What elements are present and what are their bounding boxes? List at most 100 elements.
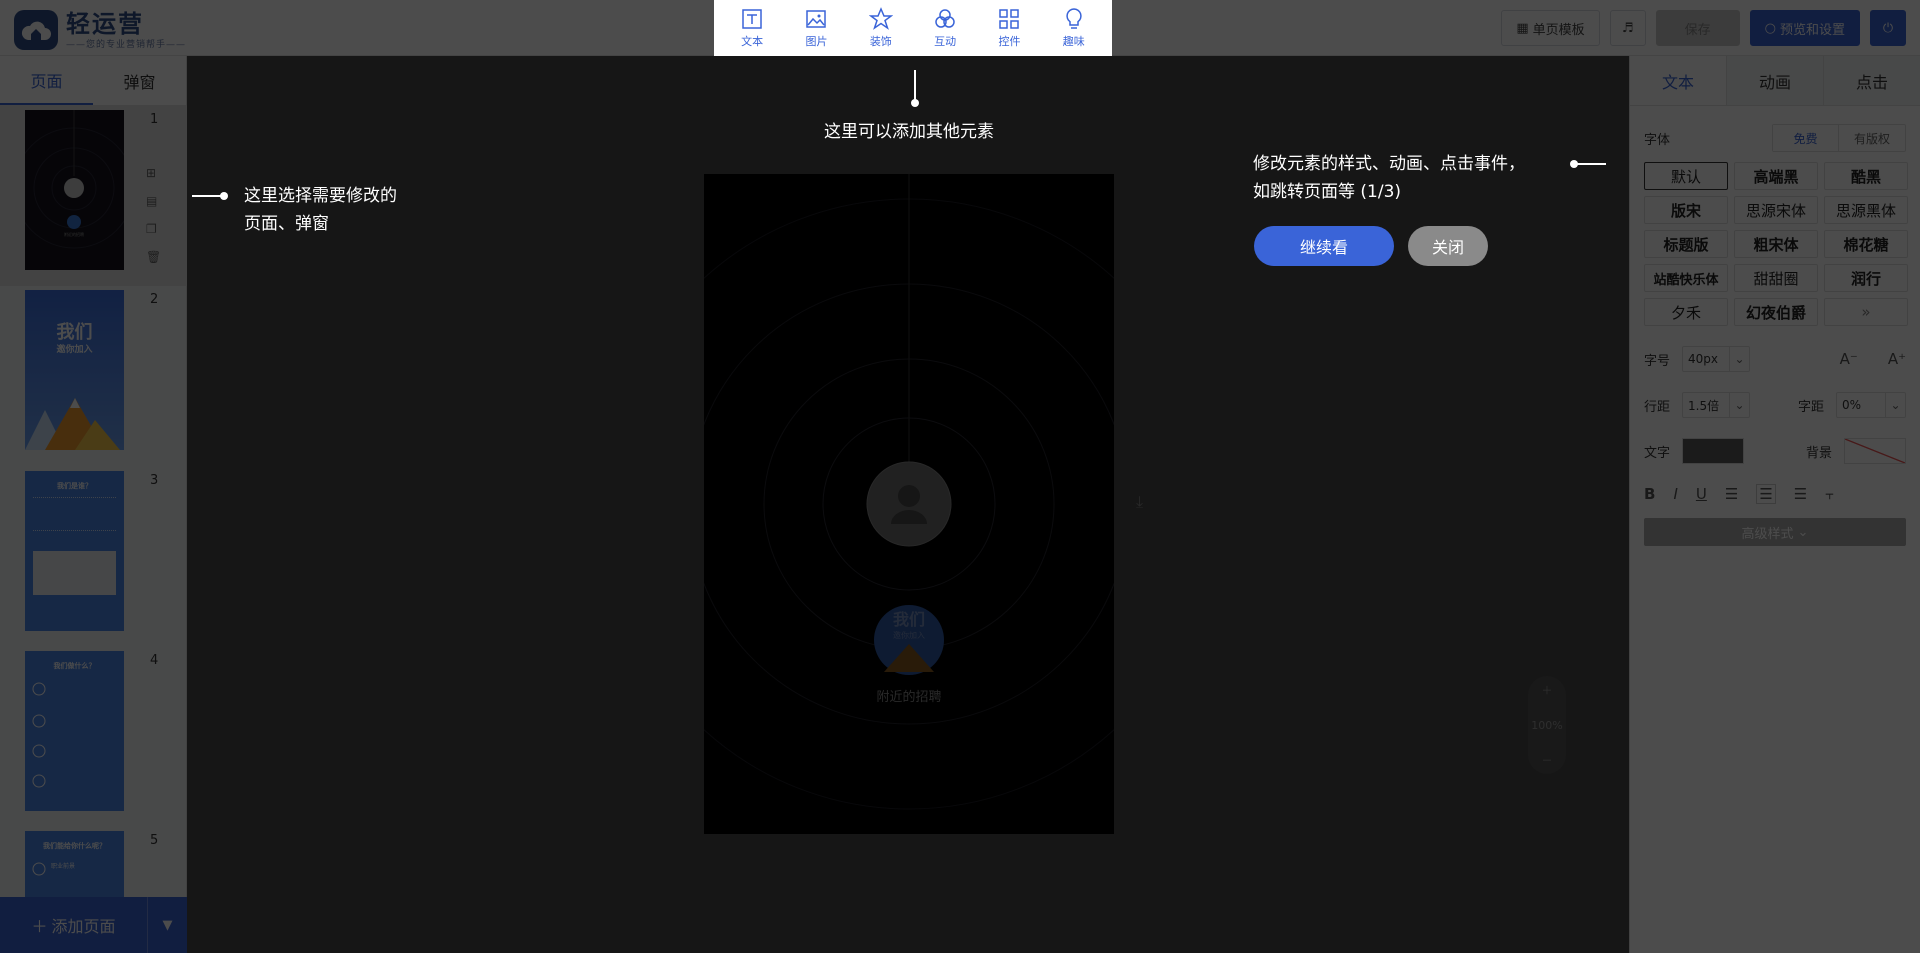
font-option[interactable]: 夕禾 bbox=[1644, 298, 1728, 326]
add-page-button[interactable]: ＋ 添加页面 ▼ bbox=[0, 897, 187, 953]
tip-left-panel: 这里选择需要修改的 页面、弹窗 bbox=[244, 186, 397, 234]
add-text-tool[interactable]: 文本 bbox=[740, 7, 764, 49]
font-size-label: 字号 bbox=[1644, 353, 1671, 369]
template-icon: ▦ bbox=[1516, 20, 1529, 36]
page-number: 5 bbox=[150, 833, 159, 848]
zoom-in-button[interactable]: ＋ bbox=[1542, 682, 1553, 698]
page-thumbnail[interactable]: 我们做什么？ bbox=[25, 651, 124, 811]
text-color-picker[interactable] bbox=[1682, 438, 1744, 464]
cloud-logo-icon bbox=[14, 10, 58, 50]
canvas-caption[interactable]: 附近的招聘 bbox=[704, 686, 1114, 705]
page-item-3[interactable]: 我们是谁？ 3 bbox=[0, 467, 187, 647]
tab-pages[interactable]: 页面 bbox=[0, 56, 93, 105]
decrease-font-icon[interactable]: A⁻ bbox=[1840, 350, 1858, 368]
letter-spacing-select[interactable]: 0% ⌄ bbox=[1836, 392, 1906, 418]
canvas-avatar-icon[interactable] bbox=[867, 462, 951, 546]
page-item-1[interactable]: 附近的招聘 1 ⊞ ▤ ❐ 🗑 bbox=[0, 106, 187, 286]
page-thumbnail[interactable]: 我们是谁？ bbox=[25, 471, 124, 631]
zoom-level: 100% bbox=[1531, 718, 1563, 732]
page-thumbnail[interactable]: 我们能给你什么呢？ 职业前景 bbox=[25, 831, 124, 897]
canvas-badge[interactable]: 我们 邀你加入 bbox=[874, 606, 944, 641]
font-option[interactable]: 棉花糖 bbox=[1824, 230, 1908, 258]
layout-icon[interactable]: ▤ bbox=[146, 194, 161, 208]
font-option[interactable]: 粗宋体 bbox=[1734, 230, 1818, 258]
add-decoration-tool[interactable]: 装饰 bbox=[868, 7, 893, 49]
svg-text:附近的招聘: 附近的招聘 bbox=[64, 231, 84, 237]
delete-icon[interactable]: 🗑 bbox=[146, 250, 161, 264]
add-image-tool[interactable]: 图片 bbox=[804, 7, 828, 49]
add-fun-tool[interactable]: 趣味 bbox=[1062, 7, 1086, 49]
tab-animation[interactable]: 动画 bbox=[1727, 56, 1824, 105]
font-option[interactable]: 站酷快乐体 bbox=[1644, 264, 1728, 292]
font-option[interactable]: 版宋 bbox=[1644, 196, 1728, 224]
font-option[interactable]: 思源黑体 bbox=[1824, 196, 1908, 224]
thumb-title: 我们是谁？ bbox=[57, 482, 92, 490]
add-interaction-tool[interactable]: 互动 bbox=[933, 7, 957, 49]
page-item-2[interactable]: 我们 邀你加入 2 bbox=[0, 286, 187, 466]
letter-spacing-label: 字距 bbox=[1797, 399, 1824, 415]
single-page-template-button[interactable]: ▦ 单页模板 bbox=[1501, 10, 1600, 46]
line-height-select[interactable]: 1.5倍 ⌄ bbox=[1682, 392, 1750, 418]
align-center-icon[interactable]: ☰ bbox=[1756, 484, 1776, 504]
page-thumbnail[interactable]: 附近的招聘 bbox=[25, 110, 124, 270]
add-page-dropdown[interactable]: ▼ bbox=[147, 897, 187, 953]
font-option[interactable]: 酷黑 bbox=[1824, 162, 1908, 190]
font-option[interactable]: 标题版 bbox=[1644, 230, 1728, 258]
zoom-control: ＋ 100% － bbox=[1528, 676, 1566, 774]
font-option[interactable]: 思源宋体 bbox=[1734, 196, 1818, 224]
underline-icon[interactable]: U bbox=[1696, 485, 1707, 503]
advanced-style-button[interactable]: 高级样式 ⌄ bbox=[1644, 518, 1906, 546]
italic-icon[interactable]: I bbox=[1673, 485, 1677, 503]
image-icon bbox=[806, 10, 827, 28]
exit-button[interactable]: ⏻ bbox=[1870, 10, 1906, 46]
font-option[interactable]: 默认 bbox=[1644, 162, 1728, 190]
format-toolbar: B I U ☰ ☰ ☰ ⫟ bbox=[1644, 484, 1906, 504]
power-icon: ⏻ bbox=[1882, 20, 1894, 36]
map-thumbnail bbox=[33, 551, 116, 595]
chevron-down-icon: ⌄ bbox=[1797, 524, 1809, 540]
phone-canvas[interactable]: 我们 邀你加入 附近的招聘 bbox=[704, 174, 1114, 834]
background-color-picker[interactable] bbox=[1844, 438, 1906, 464]
caret-down-icon: ▼ bbox=[162, 917, 173, 933]
preview-settings-button[interactable]: ○ 预览和设置 bbox=[1749, 10, 1860, 46]
interact-icon bbox=[935, 9, 955, 28]
tip-connector bbox=[192, 195, 222, 197]
page-item-5[interactable]: 我们能给你什么呢？ 职业前景 5 bbox=[0, 827, 187, 897]
tab-click[interactable]: 点击 bbox=[1824, 56, 1920, 105]
add-widget-tool[interactable]: 控件 bbox=[997, 7, 1021, 49]
music-icon: ♬ bbox=[1621, 20, 1634, 36]
font-option[interactable]: 幻夜伯爵 bbox=[1734, 298, 1818, 326]
background-color-label: 背景 bbox=[1805, 445, 1832, 461]
bulb-icon bbox=[1066, 8, 1082, 29]
font-option[interactable]: 高端黑 bbox=[1734, 162, 1818, 190]
add-icon[interactable]: ⊞ bbox=[146, 166, 161, 180]
font-filter-licensed[interactable]: 有版权 bbox=[1839, 125, 1905, 151]
widget-icon bbox=[999, 9, 1020, 29]
zoom-out-button[interactable]: － bbox=[1542, 752, 1553, 768]
page-thumbnail[interactable]: 我们 邀你加入 bbox=[25, 290, 124, 450]
increase-font-icon[interactable]: A⁺ bbox=[1888, 350, 1906, 368]
music-button[interactable]: ♬ bbox=[1609, 10, 1646, 46]
page-item-4[interactable]: 我们做什么？ 4 bbox=[0, 647, 187, 827]
logo[interactable]: 轻运营 ——您的专业营销帮手—— bbox=[14, 10, 186, 50]
align-left-icon[interactable]: ☰ bbox=[1725, 485, 1738, 503]
more-fonts-button[interactable]: » bbox=[1824, 298, 1908, 326]
font-size-select[interactable]: 40px ⌄ bbox=[1682, 346, 1750, 372]
save-button[interactable]: 保存 bbox=[1655, 10, 1740, 46]
vertical-text-icon[interactable]: ⫟ bbox=[1825, 485, 1834, 503]
download-icon[interactable]: ⤓ bbox=[1136, 492, 1143, 512]
bold-icon[interactable]: B bbox=[1644, 485, 1655, 503]
tip-right-panel: 修改元素的样式、动画、点击事件， 如跳转页面等 (1/3) bbox=[1253, 154, 1525, 202]
font-option[interactable]: 润行 bbox=[1824, 264, 1908, 292]
tab-text[interactable]: 文本 bbox=[1630, 56, 1727, 105]
close-tour-button[interactable]: 关闭 bbox=[1408, 226, 1488, 266]
align-right-icon[interactable]: ☰ bbox=[1794, 485, 1807, 503]
chevron-down-icon: ⌄ bbox=[1729, 393, 1749, 417]
tab-popups[interactable]: 弹窗 bbox=[93, 56, 186, 105]
continue-tour-button[interactable]: 继续看 bbox=[1254, 226, 1394, 266]
font-option[interactable]: 甜甜圈 bbox=[1734, 264, 1818, 292]
left-panel: 页面 弹窗 附近的招聘 1 ⊞ ▤ ❐ 🗑 我们 邀你加入 2 我们是谁？ 3 … bbox=[0, 56, 187, 953]
copy-icon[interactable]: ❐ bbox=[146, 222, 161, 236]
page-number: 2 bbox=[150, 292, 159, 307]
font-filter-free[interactable]: 免费 bbox=[1773, 125, 1839, 151]
